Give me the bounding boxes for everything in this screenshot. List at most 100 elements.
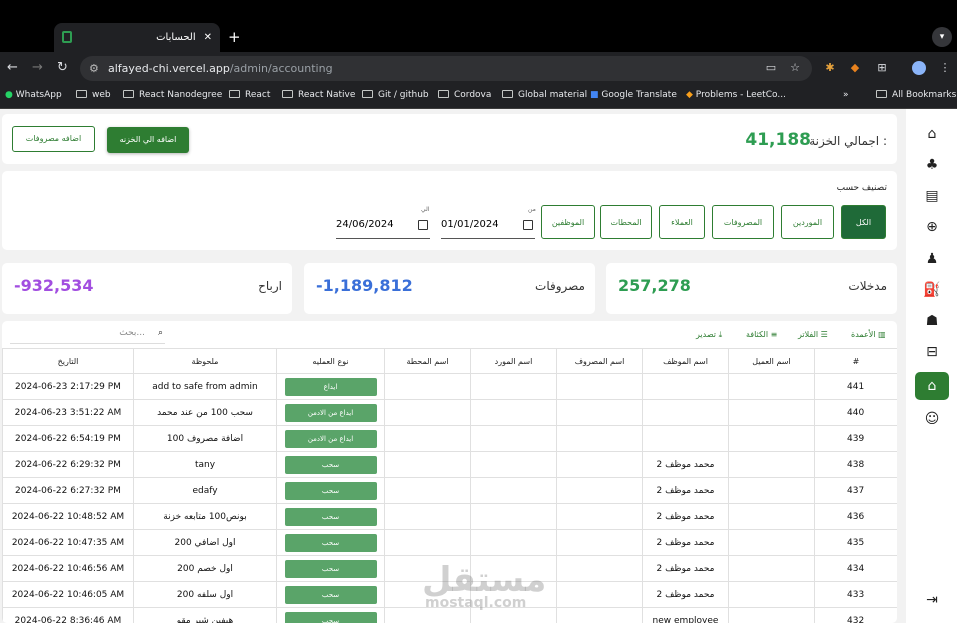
whatsapp-icon: ● [5,90,13,100]
extensions-puzzle-icon[interactable]: ⊞ [875,61,889,75]
tab-search-icon[interactable]: ▾ [932,27,952,47]
fuel-nozzle-icon[interactable]: ⛽ [915,277,949,303]
cell-date: 2024-06-22 10:47:35 AM [2,529,134,556]
income-value: 257,278 [618,276,691,295]
bookmark-whatsapp[interactable]: ● WhatsApp [5,90,62,100]
cell-operation-type: سحب [276,503,385,530]
cell-expense [556,451,643,478]
col-header-station[interactable]: اسم المحطة [384,348,471,374]
filter-employees-button[interactable]: الموظفين [541,205,595,239]
close-tab-icon[interactable]: ✕ [204,32,212,43]
operation-type-badge: سحب [284,533,377,552]
cell-expense [556,581,643,608]
cell-station [384,399,471,426]
income-label: مدخلات [848,279,887,293]
extension-icon[interactable]: ✱ [823,61,837,75]
density-button[interactable]: الكثافة ≡ [746,330,777,339]
from-date-input[interactable]: 01/01/2024 [441,219,535,239]
bookmark-cordova[interactable]: Cordova [438,90,491,100]
cell-client [728,529,815,556]
export-button[interactable]: تصدير ⤓ [696,330,722,340]
filter-expenses-button[interactable]: المصروفات [712,205,774,239]
filter-all-button[interactable]: الكل [841,205,886,239]
table-row[interactable]: 2024-06-22 10:48:52 AM بونص100 متابعه خزن… [2,503,897,530]
bookmark-web[interactable]: web [76,90,111,100]
forward-icon[interactable]: → [32,60,43,75]
cell-employee: محمد موظف 2 [642,581,729,608]
bookmark-react-nanodegree[interactable]: React Nanodegree [123,90,222,100]
filter-clients-button[interactable]: العملاء [659,205,705,239]
bookmark-git-github[interactable]: Git / github [362,90,429,100]
tree-icon[interactable]: ♣ [915,152,949,178]
table-row[interactable]: 2024-06-22 10:47:35 AM اول اضافي 200 سحب مح… [2,529,897,556]
to-date-input[interactable]: 24/06/2024 [336,219,430,239]
cell-date: 2024-06-22 10:48:52 AM [2,503,134,530]
add-circle-icon[interactable]: ⊕ [915,214,949,240]
all-bookmarks[interactable]: All Bookmarks [876,90,956,100]
table-row[interactable]: 2024-06-22 6:27:32 PM edafy سحب محمد موظف 2… [2,477,897,504]
back-icon[interactable]: ← [7,60,18,75]
employee-icon[interactable]: ☗ [915,308,949,334]
cell-client [728,581,815,608]
bookmark-leetcode[interactable]: ◆ Problems - LeetCo... [686,90,786,100]
site-info-icon[interactable]: ⚙ [89,56,99,81]
bookmark-google-translate[interactable]: ■ Google Translate [590,90,677,100]
cell-expense [556,529,643,556]
table-row[interactable]: 2024-06-23 3:51:22 AM سحب 100 من عند محمد… [2,399,897,426]
google-translate-icon: ■ [590,90,599,100]
more-bookmarks-icon[interactable]: » [843,90,849,100]
cell-id: 436 [814,503,897,530]
browser-menu-icon[interactable]: ⋮ [938,61,952,75]
install-app-icon[interactable]: ▭ [764,61,778,75]
col-header-date[interactable]: التاريخ [2,348,134,374]
reload-icon[interactable]: ↻ [57,60,68,75]
bookmark-global-material[interactable]: Global material [502,90,587,100]
search-input[interactable]: بحث... ⌕ [10,328,165,344]
cell-client [728,555,815,582]
cell-operation-type: سحب [276,451,385,478]
browser-tab[interactable]: الحسابات ✕ [54,23,220,52]
table-row[interactable]: 2024-06-22 6:54:19 PM اضافة مصروف 100 ايدا… [2,425,897,452]
col-header-employee[interactable]: اسم الموظف [642,348,729,374]
table-row[interactable]: 2024-06-22 6:29:32 PM tany سحب محمد موظف 2 4… [2,451,897,478]
calendar-icon[interactable] [418,220,428,230]
col-header-operation-type[interactable]: نوع العمليه [276,348,385,374]
home-icon[interactable]: ⌂ [915,121,949,147]
cell-supplier [470,529,557,556]
filters-button[interactable]: الفلاتر ☰ [798,330,828,339]
table-row[interactable]: 2024-06-23 2:17:29 PM add to safe from ad… [2,373,897,400]
calendar-icon[interactable] [523,220,533,230]
profile-avatar[interactable] [912,61,926,75]
to-date-label: الي [421,206,430,213]
columns-button[interactable]: الأعمدة ▥ [851,330,886,339]
add-to-safe-button[interactable]: اضافه الي الخزنه [107,127,189,153]
folder-icon [123,90,134,98]
col-header-note[interactable]: ملحوظة [133,348,277,374]
bookmark-react-native[interactable]: React Native [282,90,355,100]
operation-type-badge: سحب [284,611,377,623]
bank-icon[interactable]: ⌂ [915,372,949,400]
bookmark-react[interactable]: React [229,90,270,100]
address-bar-row: ← → ↻ ⚙ alfayed-chi.vercel.app/admin/acc… [0,52,957,84]
col-header-id[interactable]: # [814,348,897,374]
cell-station [384,503,471,530]
cell-station [384,373,471,400]
cell-supplier [470,373,557,400]
inbox-icon[interactable]: ⊟ [915,339,949,365]
bookmark-star-icon[interactable]: ☆ [788,61,802,75]
add-expense-button[interactable]: اضافه مصروفات [12,126,95,152]
col-header-supplier[interactable]: اسم المورد [470,348,557,374]
folder-icon [76,90,87,98]
col-header-expense[interactable]: اسم المصروف [556,348,643,374]
new-tab-icon[interactable]: + [228,28,241,46]
metamask-icon[interactable]: ◆ [848,61,862,75]
logout-icon[interactable]: ⇥ [915,587,949,613]
users-group-icon[interactable]: ☺ [915,406,949,432]
cell-expense [556,373,643,400]
filter-suppliers-button[interactable]: الموردين [781,205,834,239]
col-header-client[interactable]: اسم العميل [728,348,815,374]
url-bar[interactable]: ⚙ alfayed-chi.vercel.app/admin/accountin… [80,56,812,81]
hiker-icon[interactable]: ♟ [915,246,949,272]
document-icon[interactable]: ▤ [915,183,949,209]
filter-stations-button[interactable]: المحطات [600,205,652,239]
